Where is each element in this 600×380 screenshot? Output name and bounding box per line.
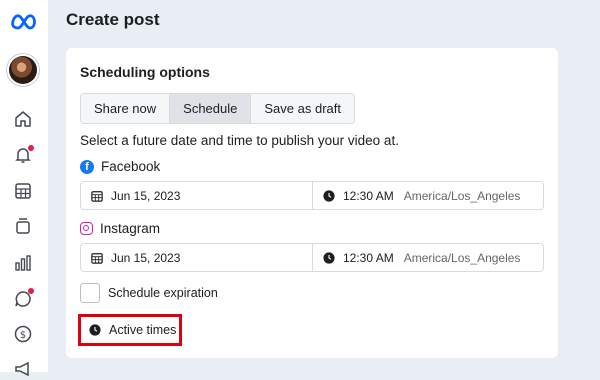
schedule-expiration-row: Schedule expiration [80, 283, 218, 303]
facebook-label: Facebook [101, 159, 161, 174]
facebook-timezone: America/Los_Angeles [403, 188, 521, 203]
section-title: Scheduling options [80, 64, 210, 80]
instagram-date: Jun 15, 2023 [111, 250, 181, 265]
instagram-time-field[interactable]: 12:30 AM America/Los_Angeles [313, 244, 543, 271]
instagram-time: 12:30 AM [343, 250, 394, 265]
schedule-expiration-label: Schedule expiration [108, 286, 218, 300]
layers-icon[interactable] [12, 215, 34, 237]
schedule-expiration-checkbox[interactable] [80, 283, 100, 303]
dollar-icon[interactable]: $ [12, 323, 34, 345]
instagram-label-row: Instagram [80, 221, 160, 236]
clock-icon [323, 189, 335, 202]
facebook-label-row: f Facebook [80, 159, 160, 174]
facebook-time: 12:30 AM [343, 188, 394, 203]
tab-save-as-draft[interactable]: Save as draft [251, 94, 354, 123]
facebook-date-field[interactable]: Jun 15, 2023 [81, 182, 313, 209]
calendar-icon [91, 252, 103, 264]
scheduling-card: Scheduling options Share now Schedule Sa… [66, 48, 558, 358]
facebook-time-field[interactable]: 12:30 AM America/Los_Angeles [313, 182, 543, 209]
notification-dot [28, 145, 34, 151]
svg-text:$: $ [20, 330, 26, 341]
home-icon[interactable] [12, 108, 34, 130]
bar-chart-icon[interactable] [12, 252, 34, 274]
facebook-icon: f [80, 159, 94, 174]
tab-schedule[interactable]: Schedule [170, 94, 252, 123]
calendar-grid-icon[interactable] [12, 180, 34, 202]
avatar[interactable] [9, 56, 37, 84]
page-title: Create post [66, 10, 160, 29]
instagram-label: Instagram [100, 221, 161, 236]
helper-text: Select a future date and time to publish… [80, 133, 399, 148]
chat-bubble-icon[interactable] [12, 288, 34, 310]
instagram-datetime: Jun 15, 2023 12:30 AM America/Los_Angele… [80, 243, 544, 272]
megaphone-icon[interactable] [12, 358, 34, 380]
facebook-date: Jun 15, 2023 [111, 188, 181, 203]
tab-share-now[interactable]: Share now [81, 94, 171, 123]
notification-dot [28, 288, 34, 294]
facebook-datetime: Jun 15, 2023 12:30 AM America/Los_Angele… [80, 181, 544, 210]
active-times-label: Active times [109, 323, 177, 337]
meta-logo-icon[interactable] [10, 10, 38, 32]
active-times-button[interactable]: Active times [78, 314, 182, 346]
sidebar: $ [0, 0, 48, 377]
calendar-icon [91, 190, 103, 202]
instagram-timezone: America/Los_Angeles [403, 250, 521, 265]
clock-icon [89, 324, 101, 336]
bell-icon[interactable] [12, 144, 34, 166]
clock-icon [323, 251, 335, 264]
instagram-date-field[interactable]: Jun 15, 2023 [81, 244, 313, 271]
instagram-icon [80, 222, 93, 235]
publish-mode-tabs: Share now Schedule Save as draft [80, 93, 355, 124]
